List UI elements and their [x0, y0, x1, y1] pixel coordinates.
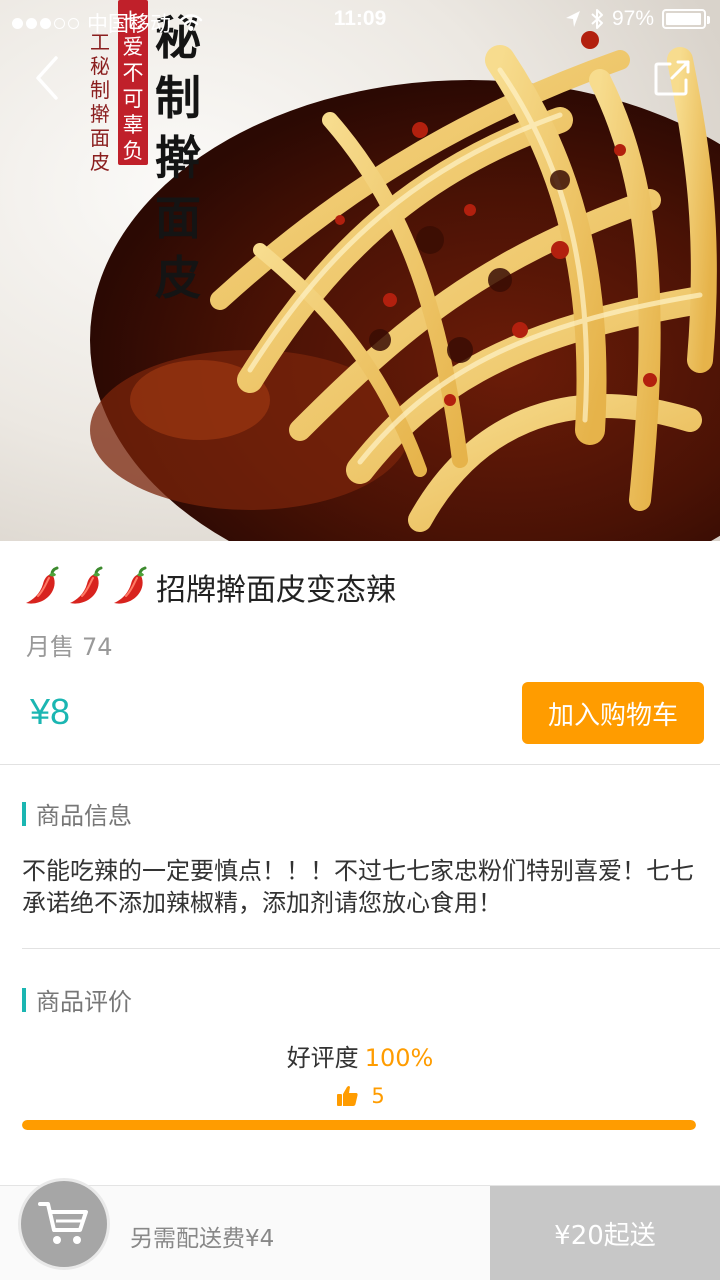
status-bar: 中国移动 11:09 97%	[0, 0, 720, 40]
like-count: 5	[371, 1084, 385, 1108]
chili-pepper-icon	[22, 566, 64, 608]
cart-icon	[38, 1202, 88, 1244]
battery-icon	[662, 9, 710, 29]
product-detail-page: 工秘制擀面皮 七爱不可辜负 秘制擀面皮 中国移动 11:09 97% 招牌擀面皮…	[0, 0, 720, 1280]
monthly-sales-label: 月售	[26, 633, 74, 661]
product-info-section: 招牌擀面皮变态辣 月售 74 ¥8 加入购物车	[0, 541, 720, 765]
battery-percent: 97%	[611, 7, 654, 30]
back-button[interactable]	[26, 50, 70, 106]
spice-level	[22, 566, 152, 608]
location-arrow-icon	[565, 11, 580, 27]
chili-pepper-icon	[110, 566, 152, 608]
section-accent-bar	[22, 987, 26, 1012]
rating-summary: 好评度 100%	[0, 1038, 720, 1073]
status-right: 97%	[564, 7, 710, 31]
rating-progress-bar	[22, 1120, 696, 1130]
product-price: ¥8	[30, 691, 71, 732]
product-review-heading: 商品评价	[22, 982, 132, 1017]
product-name: 招牌擀面皮变态辣	[156, 573, 396, 608]
product-info-heading-label: 商品信息	[36, 802, 132, 830]
brand-calligraphy: 工秘制擀面皮 七爱不可辜负 秘制擀面皮	[62, 0, 212, 305]
product-info-heading: 商品信息	[22, 796, 132, 831]
divider	[0, 764, 720, 765]
rating-value: 100%	[364, 1044, 434, 1072]
battery-level-fill	[666, 13, 701, 25]
chili-pepper-icon	[66, 566, 108, 608]
delivery-fee: 另需配送费¥4	[130, 1226, 275, 1252]
divider	[22, 948, 720, 949]
add-to-cart-button[interactable]: 加入购物车	[522, 682, 704, 744]
product-review-heading-label: 商品评价	[36, 988, 132, 1016]
rating-progress-fill	[22, 1120, 696, 1130]
cart-button[interactable]	[18, 1178, 110, 1270]
product-description: 不能吃辣的一定要慎点！！！不过七七家忠粉们特别喜爱！七七承诺绝不添加辣椒精，添加…	[22, 857, 694, 917]
monthly-sales: 月售 74	[26, 627, 113, 662]
product-title-row: 招牌擀面皮变态辣	[22, 565, 396, 609]
rating-label: 好评度	[286, 1044, 359, 1072]
section-accent-bar	[22, 801, 26, 826]
brand-big-text: 秘制擀面皮	[155, 11, 201, 305]
back-arrow-icon	[36, 56, 58, 100]
bottom-cart-bar: 另需配送费¥4 ¥20起送	[0, 1178, 720, 1280]
product-hero-image: 工秘制擀面皮 七爱不可辜负 秘制擀面皮	[0, 0, 720, 541]
minimum-order-button[interactable]: ¥20起送	[490, 1186, 720, 1280]
brand-small-text: 工秘制擀面皮	[90, 30, 110, 174]
share-icon	[654, 60, 690, 96]
monthly-sales-count: 74	[82, 633, 113, 661]
share-button[interactable]	[650, 56, 694, 100]
thumbs-up-icon	[337, 1086, 358, 1106]
like-count-row: 5	[0, 1084, 720, 1108]
bluetooth-icon	[591, 9, 603, 29]
